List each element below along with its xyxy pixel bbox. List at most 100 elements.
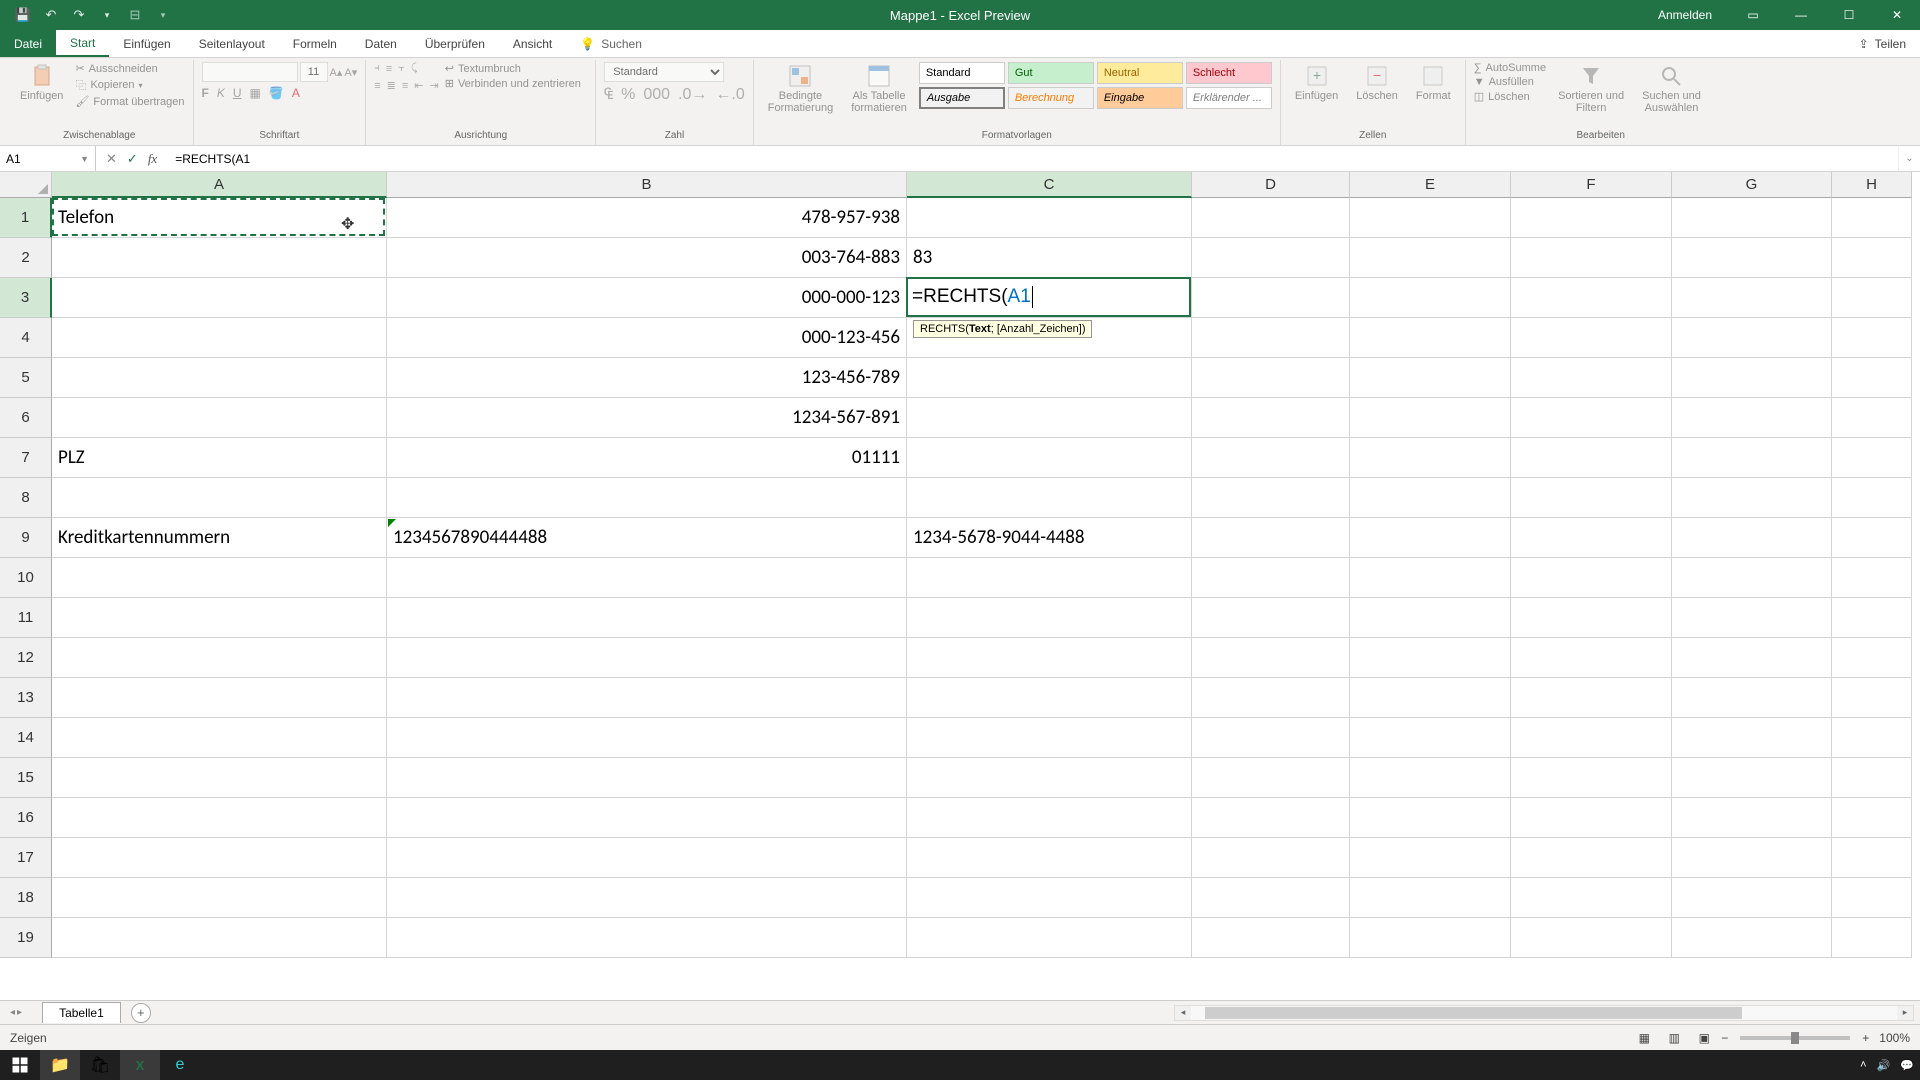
scroll-thumb[interactable] bbox=[1205, 1007, 1742, 1019]
cell[interactable] bbox=[1832, 598, 1912, 638]
cell[interactable] bbox=[1511, 638, 1672, 678]
row-header-6[interactable]: 6 bbox=[0, 398, 52, 438]
view-normal-icon[interactable]: ▦ bbox=[1631, 1028, 1657, 1048]
column-header-G[interactable]: G bbox=[1672, 172, 1832, 198]
cell[interactable] bbox=[1350, 838, 1511, 878]
cell[interactable] bbox=[1672, 558, 1832, 598]
cell[interactable] bbox=[52, 878, 387, 918]
cell[interactable] bbox=[1832, 878, 1912, 918]
cell[interactable] bbox=[1192, 558, 1350, 598]
column-header-D[interactable]: D bbox=[1192, 172, 1350, 198]
cell[interactable] bbox=[1511, 838, 1672, 878]
ribbon-options-icon[interactable]: ▭ bbox=[1730, 0, 1776, 30]
cell[interactable] bbox=[1511, 918, 1672, 958]
format-as-table-button[interactable]: Als Tabelle formatieren bbox=[845, 62, 913, 116]
cell-styles-gallery[interactable]: Standard Gut Neutral Schlecht Ausgabe Be… bbox=[919, 62, 1272, 109]
fx-icon[interactable]: fx bbox=[148, 151, 157, 167]
cell[interactable] bbox=[1832, 478, 1912, 518]
column-header-A[interactable]: A bbox=[52, 172, 387, 198]
row-header-9[interactable]: 9 bbox=[0, 518, 52, 558]
cell[interactable] bbox=[907, 638, 1192, 678]
cell[interactable] bbox=[1350, 878, 1511, 918]
tab-insert[interactable]: Einfügen bbox=[109, 30, 184, 57]
cancel-formula-icon[interactable]: ✕ bbox=[106, 151, 117, 167]
format-painter-button[interactable]: 🖌Format übertragen bbox=[75, 95, 184, 108]
save-icon[interactable]: 💾 bbox=[12, 4, 34, 26]
cell[interactable] bbox=[387, 758, 907, 798]
cell[interactable] bbox=[907, 678, 1192, 718]
cell[interactable] bbox=[1511, 438, 1672, 478]
sort-filter-button[interactable]: Sortieren und Filtern bbox=[1552, 62, 1630, 116]
sheet-tab-active[interactable]: Tabelle1 bbox=[42, 1002, 121, 1023]
cell[interactable] bbox=[1672, 318, 1832, 358]
tab-file[interactable]: Datei bbox=[0, 30, 56, 57]
cell[interactable] bbox=[1192, 638, 1350, 678]
tab-review[interactable]: Überprüfen bbox=[411, 30, 499, 57]
style-schlecht[interactable]: Schlecht bbox=[1186, 62, 1272, 84]
cell-B5[interactable]: 123-456-789 bbox=[387, 358, 907, 398]
cell[interactable] bbox=[1350, 398, 1511, 438]
indent-decrease-icon[interactable]: ⇤ bbox=[414, 79, 423, 92]
currency-icon[interactable]: ₠ bbox=[604, 86, 613, 104]
cell[interactable] bbox=[1672, 638, 1832, 678]
redo-icon[interactable]: ↷ bbox=[68, 4, 90, 26]
cell[interactable] bbox=[1192, 278, 1350, 318]
border-button[interactable]: ▦ bbox=[250, 86, 261, 100]
editing-cell[interactable]: =RECHTS(A1 bbox=[906, 277, 1191, 317]
cell[interactable] bbox=[1511, 878, 1672, 918]
decrease-font-icon[interactable]: A▾ bbox=[344, 66, 357, 79]
cell[interactable] bbox=[52, 638, 387, 678]
scroll-left-icon[interactable]: ◂ bbox=[1175, 1007, 1191, 1018]
cell[interactable] bbox=[1511, 278, 1672, 318]
cell[interactable] bbox=[1192, 438, 1350, 478]
cell[interactable] bbox=[1192, 478, 1350, 518]
cell[interactable] bbox=[1511, 598, 1672, 638]
view-page-break-icon[interactable]: ▣ bbox=[1691, 1028, 1717, 1048]
cell[interactable] bbox=[387, 678, 907, 718]
cell-B3[interactable]: 000-000-123 bbox=[387, 278, 907, 318]
autosum-button[interactable]: ∑AutoSumme bbox=[1474, 62, 1546, 74]
taskbar-edge[interactable]: e bbox=[160, 1050, 200, 1080]
cell[interactable] bbox=[1192, 198, 1350, 238]
cell[interactable] bbox=[1192, 838, 1350, 878]
cell[interactable] bbox=[1192, 918, 1350, 958]
cell[interactable] bbox=[1832, 638, 1912, 678]
formula-bar-expand-icon[interactable]: ⌄ bbox=[1898, 146, 1920, 171]
cell[interactable] bbox=[1672, 358, 1832, 398]
cell[interactable] bbox=[1672, 878, 1832, 918]
cell[interactable] bbox=[1350, 518, 1511, 558]
cell[interactable] bbox=[387, 718, 907, 758]
cell[interactable] bbox=[1672, 238, 1832, 278]
taskbar-explorer[interactable]: 📁 bbox=[40, 1050, 80, 1080]
font-color-button[interactable]: A bbox=[292, 86, 300, 100]
row-header-19[interactable]: 19 bbox=[0, 918, 52, 958]
qat-customize-icon[interactable]: ▾ bbox=[96, 4, 118, 26]
style-gut[interactable]: Gut bbox=[1008, 62, 1094, 84]
row-header-7[interactable]: 7 bbox=[0, 438, 52, 478]
cell[interactable] bbox=[907, 478, 1192, 518]
align-left-icon[interactable]: ≡ bbox=[374, 80, 380, 92]
conditional-formatting-button[interactable]: Bedingte Formatierung bbox=[762, 62, 839, 116]
sheet-nav-prev-icon[interactable]: ▸ bbox=[17, 1007, 22, 1018]
style-eingabe[interactable]: Eingabe bbox=[1097, 87, 1183, 109]
style-neutral[interactable]: Neutral bbox=[1097, 62, 1183, 84]
tab-view[interactable]: Ansicht bbox=[499, 30, 566, 57]
cell[interactable] bbox=[1832, 918, 1912, 958]
tell-me-search[interactable]: 💡 Suchen bbox=[566, 30, 656, 57]
cell[interactable] bbox=[52, 598, 387, 638]
cell-A9[interactable]: Kreditkartennummern bbox=[52, 518, 387, 558]
tab-data[interactable]: Daten bbox=[351, 30, 411, 57]
cell[interactable] bbox=[1192, 598, 1350, 638]
cell[interactable] bbox=[1672, 398, 1832, 438]
share-button[interactable]: ⇪ Teilen bbox=[1845, 30, 1920, 57]
spreadsheet-grid[interactable]: ABCDEFGH 12345678910111213141516171819 T… bbox=[0, 172, 1920, 1002]
cell[interactable] bbox=[907, 198, 1192, 238]
row-header-17[interactable]: 17 bbox=[0, 838, 52, 878]
style-berechnung[interactable]: Berechnung bbox=[1008, 87, 1094, 109]
font-name-input[interactable] bbox=[202, 62, 298, 82]
touch-mode-icon[interactable]: ⊟ bbox=[124, 4, 146, 26]
row-header-14[interactable]: 14 bbox=[0, 718, 52, 758]
cell[interactable] bbox=[1350, 918, 1511, 958]
merge-center-button[interactable]: ⊞Verbinden und zentrieren bbox=[445, 77, 581, 90]
cell[interactable] bbox=[1511, 758, 1672, 798]
